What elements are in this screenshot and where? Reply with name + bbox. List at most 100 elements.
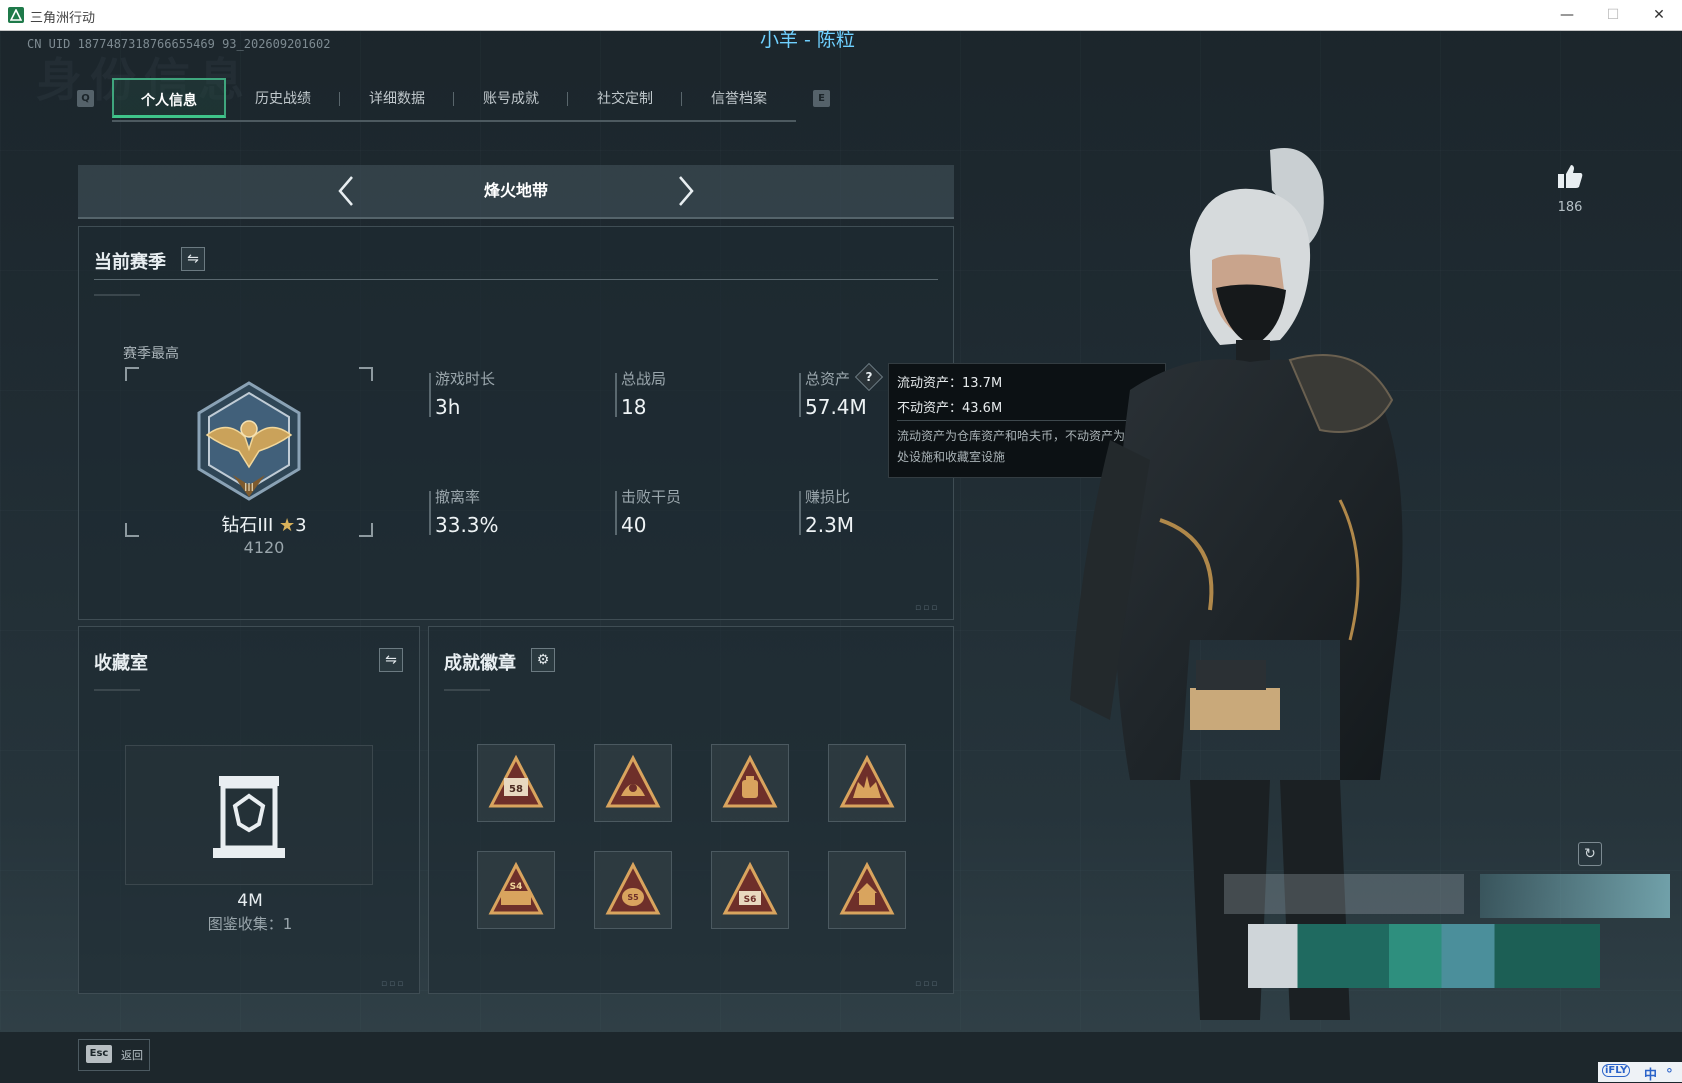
tab-credit-record[interactable]: 信誉档案: [682, 78, 796, 118]
bottom-bar: [0, 1032, 1682, 1082]
tab-account-achievements[interactable]: 账号成就: [454, 78, 568, 118]
s8-badge-icon: 58: [488, 754, 544, 808]
frame-corner: [359, 523, 373, 537]
tooltip-fixed-assets: 不动资产：43.6M: [897, 401, 1003, 416]
beast-badge-icon: [839, 754, 895, 808]
ime-indicator[interactable]: iFLY 中 ⚬: [1598, 1062, 1682, 1083]
stat-profit-ratio-value: 2.3M: [805, 513, 855, 537]
collection-panel-title: 收藏室: [94, 653, 148, 674]
esc-key-hint: Esc: [86, 1045, 112, 1063]
achievement-badge[interactable]: 58: [477, 744, 555, 822]
tab-social-customization[interactable]: 社交定制: [568, 78, 682, 118]
rotate-icon: ↻: [1584, 846, 1596, 862]
mode-label: 烽火地带: [483, 181, 548, 200]
gear-icon: ⚙: [536, 652, 550, 668]
achievement-badge[interactable]: [828, 851, 906, 929]
tab-prev-key-hint[interactable]: Q: [77, 90, 94, 107]
question-icon: ?: [865, 370, 873, 384]
collection-count: 图鉴收集：1: [207, 915, 293, 933]
badge-label: S4: [510, 882, 523, 892]
collection-showcase[interactable]: [125, 745, 373, 885]
frame-corner: [359, 367, 373, 381]
divider-accent: [444, 689, 490, 691]
frame-corner: [125, 523, 139, 537]
stat-marker: [429, 373, 431, 417]
badge-label: S5: [627, 893, 639, 902]
rotate-view-button[interactable]: ↻: [1578, 842, 1602, 866]
stat-marker: [799, 373, 801, 417]
tab-detailed-data[interactable]: 详细数据: [340, 78, 454, 118]
stat-total-assets-label: 总资产: [805, 370, 851, 388]
s6-badge-icon: S6: [722, 861, 778, 915]
player-card-censored: [1248, 924, 1600, 988]
stat-marker: [429, 491, 431, 535]
stat-extraction-rate-label: 撤离率: [435, 488, 481, 506]
season-switch-button[interactable]: ⇋: [181, 247, 205, 271]
stat-marker: [799, 491, 801, 535]
stat-extraction-rate-value: 33.3%: [435, 513, 499, 537]
stat-operators-defeated-value: 40: [621, 513, 647, 537]
stat-marker: [615, 373, 617, 417]
current-season-panel: 当前赛季 ⇋ 赛季最高 III 钻石III ★3 4120 游戏时长 3h 总战…: [78, 226, 954, 620]
chevron-right-icon: [679, 176, 694, 206]
backpack-badge-icon: [722, 754, 778, 808]
badge-label: S6: [744, 895, 757, 905]
svg-text:III: III: [244, 481, 254, 494]
ime-settings-icon: ⚬: [1664, 1064, 1675, 1079]
rank-star-icon: ★: [279, 515, 296, 536]
section-divider: [94, 279, 938, 280]
divider-accent: [94, 689, 140, 691]
player-name: 小羊 - 陈粒: [760, 29, 855, 51]
stat-total-matches-value: 18: [621, 395, 647, 419]
player-card-label-censored: [1224, 874, 1464, 914]
panel-corner-dots: ▫▫▫: [915, 603, 940, 613]
stat-total-matches-label: 总战局: [621, 370, 667, 388]
swap-arrows-icon: ⇋: [385, 652, 397, 668]
ime-language: 中: [1644, 1068, 1658, 1083]
rank-star-count: 3: [295, 515, 307, 536]
ime-logo-icon: iFLY: [1602, 1064, 1631, 1077]
maximize-button[interactable]: ☐: [1590, 0, 1636, 30]
display-case-icon: [213, 776, 285, 858]
helmet-badge-icon: [605, 754, 661, 808]
achievement-badge[interactable]: [828, 744, 906, 822]
panel-corner-dots: ▫▫▫: [381, 979, 406, 989]
s4-badge-icon: S4: [488, 861, 544, 915]
achievements-settings-button[interactable]: ⚙: [531, 648, 555, 672]
tooltip-liquid-assets: 流动资产：13.7M: [897, 376, 1003, 391]
achievement-badge[interactable]: S5: [594, 851, 672, 929]
close-button[interactable]: ✕: [1636, 0, 1682, 30]
stat-operators-defeated-label: 击败干员: [621, 488, 682, 506]
thumbs-up-icon[interactable]: [1556, 162, 1584, 190]
stat-playtime-label: 游戏时长: [435, 370, 496, 388]
achievement-badge[interactable]: S4: [477, 851, 555, 929]
tab-next-key-hint[interactable]: E: [813, 90, 830, 107]
panel-corner-dots: ▫▫▫: [915, 979, 940, 989]
stat-total-assets-value: 57.4M: [805, 395, 867, 419]
tab-personal-info[interactable]: 个人信息: [112, 78, 226, 118]
tab-match-history[interactable]: 历史战绩: [226, 78, 340, 118]
s5-badge-icon: S5: [605, 861, 661, 915]
collection-room-panel: 收藏室 ⇋ 4M 图鉴收集：1 ▫▫▫: [78, 626, 420, 994]
badge-label: 58: [509, 784, 523, 795]
rank-name-line: 钻石III ★3: [197, 511, 331, 537]
divider-accent: [94, 294, 140, 296]
mode-selector: 烽火地带: [78, 165, 954, 219]
rank-name: 钻石III: [221, 515, 274, 536]
stat-playtime-value: 3h: [435, 395, 461, 419]
achievements-panel-title: 成就徽章: [444, 653, 516, 674]
stat-profit-ratio-label: 赚损比: [805, 488, 851, 506]
season-best-label: 赛季最高: [123, 346, 179, 362]
swap-arrows-icon: ⇋: [187, 251, 199, 267]
frame-corner: [125, 367, 139, 381]
profile-tabs: 个人信息 历史战绩 详细数据 账号成就 社交定制 信誉档案: [112, 78, 796, 122]
mode-next-button[interactable]: [664, 173, 704, 209]
collection-switch-button[interactable]: ⇋: [379, 648, 403, 672]
window-title: 三角洲行动: [30, 11, 96, 26]
achievement-badge[interactable]: [594, 744, 672, 822]
minimize-button[interactable]: —: [1544, 0, 1590, 30]
likes-count: 186: [1557, 200, 1583, 215]
collection-value: 4M: [237, 891, 263, 911]
achievement-badge[interactable]: [711, 744, 789, 822]
achievement-badge[interactable]: S6: [711, 851, 789, 929]
